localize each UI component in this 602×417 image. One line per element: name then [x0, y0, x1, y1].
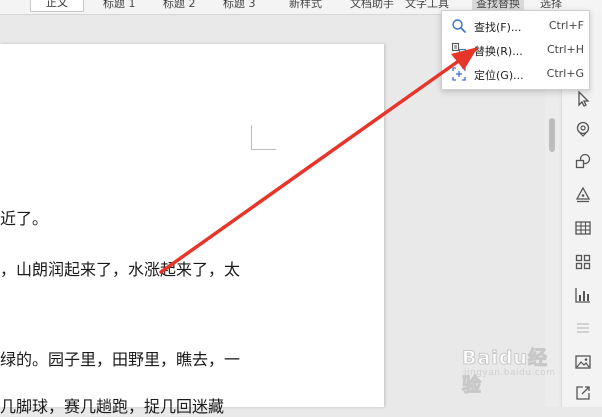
- menu-item-shortcut: Ctrl+G: [546, 67, 584, 80]
- table-icon[interactable]: [574, 219, 592, 237]
- new-style-button[interactable]: 新样式: [289, 0, 322, 11]
- margin-corner-mark: [251, 125, 276, 150]
- menu-item-label: 查找(F)...: [474, 21, 522, 34]
- strikethrough-icon[interactable]: [574, 319, 592, 337]
- menu-item-find[interactable]: 查找(F)... Ctrl+F: [442, 14, 589, 38]
- style-heading3-button[interactable]: 标题 3: [223, 0, 256, 11]
- style-heading2-button[interactable]: 标题 2: [163, 0, 196, 11]
- pointer-icon[interactable]: [574, 90, 592, 108]
- menu-item-shortcut: Ctrl+F: [548, 19, 584, 32]
- location-pin-icon[interactable]: [574, 120, 592, 138]
- menu-item-label: 替换(R)...: [474, 45, 523, 58]
- doc-line[interactable]: ，山朗润起来了，水涨起来了，太: [0, 256, 240, 280]
- style-body-button[interactable]: 正文: [30, 0, 84, 12]
- goto-icon: [451, 66, 467, 82]
- bar-chart-icon[interactable]: [574, 286, 592, 304]
- watermark-url: jingyan.baidu.com: [464, 368, 556, 378]
- replace-icon: [451, 42, 467, 58]
- baidu-watermark: Baidu经验 jingyan.baidu.com: [462, 343, 566, 397]
- doc-line[interactable]: 近了。: [0, 205, 48, 229]
- doc-line[interactable]: 几脚球，赛几趟跑，捉几回迷藏: [0, 393, 224, 417]
- menu-item-label: 定位(G)...: [474, 69, 524, 82]
- shapes-icon[interactable]: [574, 152, 592, 170]
- doc-line[interactable]: 绿的。园子里，田野里，瞧去，一: [0, 346, 240, 370]
- share-icon[interactable]: [574, 384, 592, 402]
- find-replace-menu: 查找(F)... Ctrl+F 替换(R)... Ctrl+H 定位(G)...…: [441, 10, 590, 90]
- menu-item-goto[interactable]: 定位(G)... Ctrl+G: [442, 62, 589, 86]
- menu-item-replace[interactable]: 替换(R)... Ctrl+H: [442, 38, 589, 62]
- menu-item-shortcut: Ctrl+H: [546, 43, 584, 56]
- pen-nib-icon[interactable]: [574, 186, 592, 204]
- apps-grid-icon[interactable]: [574, 253, 592, 271]
- search-icon: [451, 18, 467, 34]
- style-heading1-button[interactable]: 标题 1: [103, 0, 136, 11]
- doc-assistant-button[interactable]: 文档助手: [350, 0, 394, 11]
- image-icon[interactable]: [574, 353, 592, 371]
- document-page[interactable]: 近了。 ，山朗润起来了，水涨起来了，太 绿的。园子里，田野里，瞧去，一 几脚球，…: [0, 44, 384, 416]
- scrollbar-thumb[interactable]: [549, 118, 555, 152]
